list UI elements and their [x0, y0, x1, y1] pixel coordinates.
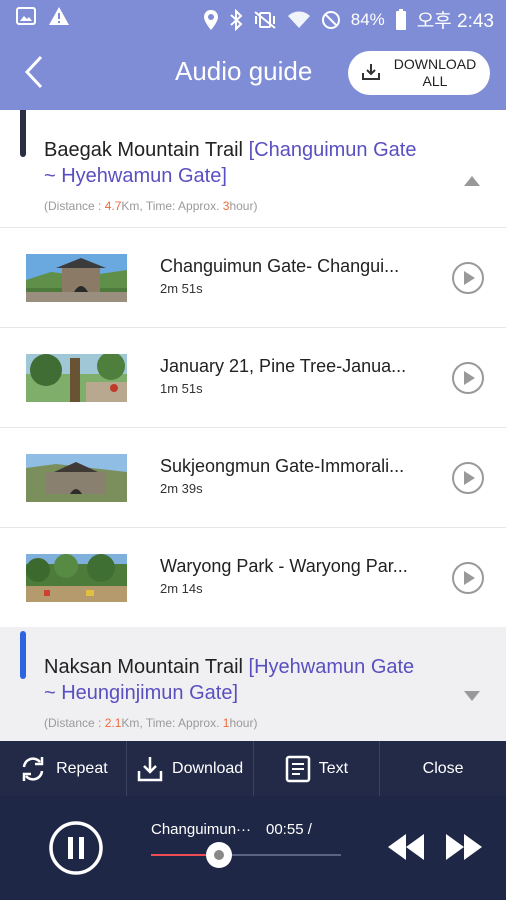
trail-section-baegak[interactable]: Baegak Mountain Trail [Changuimun Gate ~… — [0, 110, 506, 228]
app-header: Audio guide DOWNLOAD ALL — [0, 34, 506, 110]
meta-prefix: (Distance : — [44, 199, 105, 213]
fast-forward-icon[interactable] — [444, 832, 484, 862]
gallery-icon — [16, 6, 36, 26]
expand-arrow-icon[interactable] — [464, 690, 480, 702]
document-icon — [285, 755, 310, 782]
track-duration: 2m 51s — [160, 281, 203, 296]
section-marker — [20, 631, 26, 679]
bluetooth-icon — [229, 8, 243, 31]
now-playing-title: Changuimun··· — [151, 821, 252, 838]
download-label: Download — [172, 759, 244, 777]
track-item[interactable]: Sukjeongmun Gate-Immorali... 2m 39s — [0, 428, 506, 528]
track-duration: 2m 14s — [160, 581, 203, 596]
close-label: Close — [422, 759, 464, 777]
track-thumbnail — [26, 554, 127, 602]
warning-icon — [48, 6, 70, 26]
trail-range-start: [Hyehwamun Gate — [248, 656, 415, 678]
trail-heading: Naksan Mountain Trail [Hyehwamun Gate — [44, 656, 414, 679]
repeat-label: Repeat — [56, 759, 108, 777]
play-icon[interactable] — [451, 261, 485, 295]
trail-range-end: ~ Hyehwamun Gate] — [44, 165, 227, 187]
track-item[interactable]: Changuimun Gate- Changui... 2m 51s — [0, 228, 506, 328]
pause-button[interactable] — [48, 820, 104, 876]
text-label: Text — [318, 759, 349, 777]
track-title: Changuimun Gate- Changui... — [160, 256, 400, 276]
elapsed-time: 00:55 / — [266, 821, 312, 838]
play-icon[interactable] — [451, 561, 485, 595]
trail-meta: (Distance : 4.7Km, Time: Approx. 3hour) — [44, 199, 257, 213]
track-title: Waryong Park - Waryong Par... — [160, 556, 408, 576]
clock: 오후 2:43 — [416, 11, 494, 32]
trail-heading: Baegak Mountain Trail [Changuimun Gate — [44, 139, 416, 162]
trail-distance: 2.1 — [104, 716, 122, 730]
rewind-icon[interactable] — [386, 832, 426, 862]
trail-section-naksan[interactable]: Naksan Mountain Trail [Hyehwamun Gate ~ … — [0, 627, 506, 741]
download-button[interactable]: Download — [127, 741, 254, 796]
seek-handle[interactable] — [206, 842, 232, 868]
player-action-bar: Repeat Download Text Close — [0, 741, 506, 796]
wifi-icon — [287, 10, 311, 30]
section-marker — [20, 110, 26, 157]
back-button[interactable] — [14, 52, 54, 92]
trail-meta: (Distance : 2.1Km, Time: Approx. 1hour) — [44, 716, 257, 730]
track-duration: 1m 51s — [160, 381, 203, 396]
meta-prefix: (Distance : — [44, 716, 105, 730]
track-item[interactable]: Waryong Park - Waryong Par... 2m 14s — [0, 528, 506, 628]
seek-bar[interactable] — [151, 854, 341, 856]
download-all-label: DOWNLOAD ALL — [393, 56, 477, 89]
download-icon — [361, 62, 381, 87]
battery-level: 84% — [350, 9, 385, 29]
play-icon[interactable] — [451, 461, 485, 495]
trail-distance: 4.7 — [104, 199, 122, 213]
collapse-arrow-icon[interactable] — [464, 175, 480, 187]
download-all-button[interactable]: DOWNLOAD ALL — [348, 51, 490, 95]
trail-range-end: ~ Heunginjimun Gate] — [44, 682, 239, 704]
meta-suffix: hour) — [229, 199, 258, 213]
battery-icon — [395, 8, 407, 31]
repeat-button[interactable]: Repeat — [0, 741, 127, 796]
audio-player: Changuimun··· 00:55 / — [0, 796, 506, 900]
back-arrow-icon — [24, 55, 43, 89]
track-thumbnail — [26, 454, 127, 502]
track-item[interactable]: January 21, Pine Tree-Janua... 1m 51s — [0, 328, 506, 428]
trail-name: Baegak Mountain Trail — [44, 139, 244, 161]
download-icon — [137, 756, 163, 781]
track-title: Sukjeongmun Gate-Immorali... — [160, 456, 405, 476]
track-title: January 21, Pine Tree-Janua... — [160, 356, 407, 376]
blocked-icon — [321, 10, 341, 30]
track-thumbnail — [26, 354, 127, 402]
repeat-icon — [22, 756, 44, 781]
track-duration: 2m 39s — [160, 481, 203, 496]
page-title: Audio guide — [175, 56, 313, 86]
meta-mid: Km, Time: Approx. — [121, 716, 223, 730]
meta-suffix: hour) — [229, 716, 258, 730]
status-bar: 84% 오후 2:43 — [0, 0, 506, 34]
trail-range-start: [Changuimun Gate — [248, 139, 417, 161]
track-thumbnail — [26, 254, 127, 302]
mute-vibrate-icon — [253, 10, 277, 30]
text-button[interactable]: Text — [254, 741, 381, 796]
play-icon[interactable] — [451, 361, 485, 395]
meta-mid: Km, Time: Approx. — [121, 199, 223, 213]
trail-name: Naksan Mountain Trail — [44, 656, 243, 678]
close-button[interactable]: Close — [380, 741, 506, 796]
location-icon — [203, 9, 219, 31]
